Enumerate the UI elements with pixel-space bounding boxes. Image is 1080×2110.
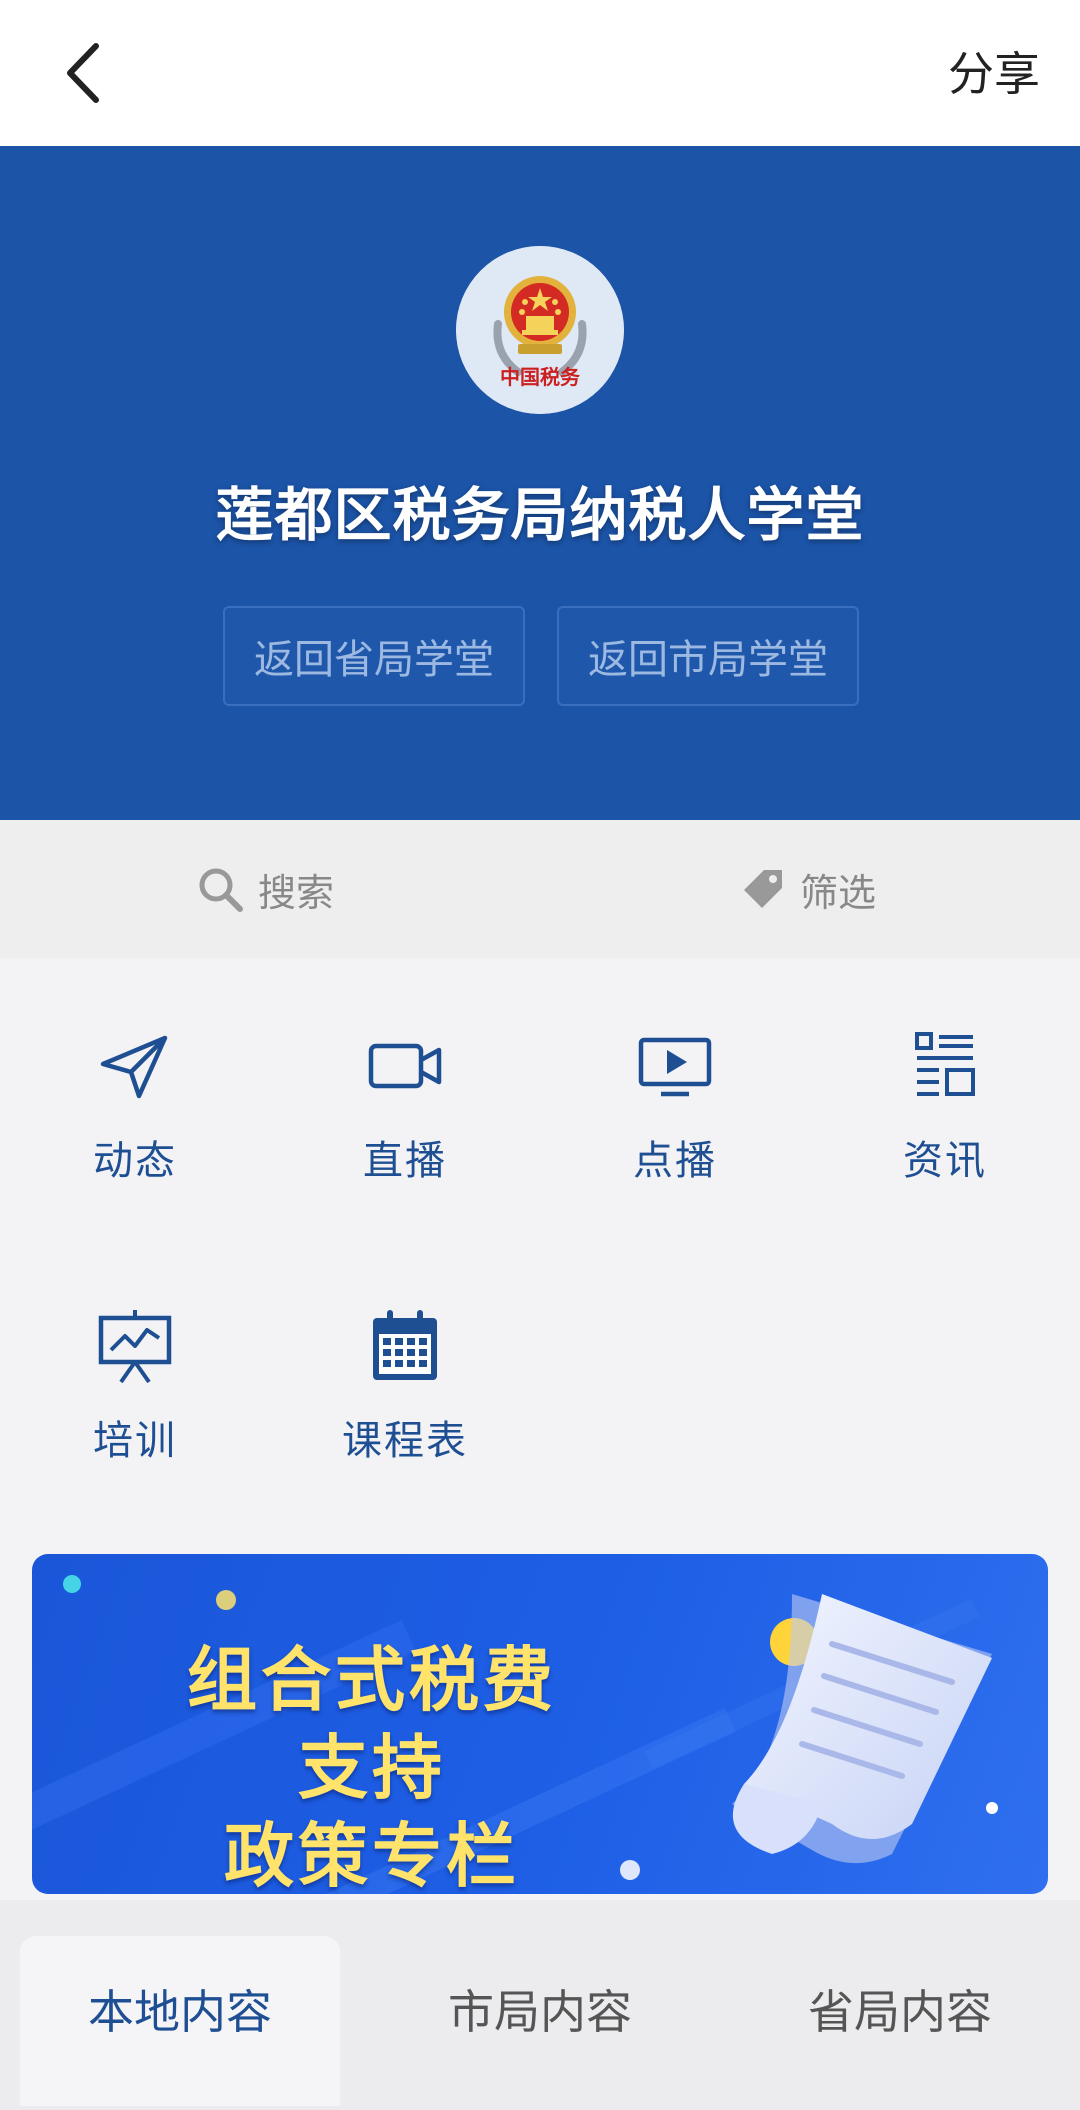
tag-icon [744,870,782,908]
filter-label: 筛选 [800,870,877,915]
grid-item-label: 课程表 [342,1418,468,1464]
content-tabs: 本地内容 市局内容 省局内容 [0,1900,1080,2110]
policy-banner[interactable]: 组合式税费支持 政策专栏 [32,1554,1048,1894]
grid-item-schedule[interactable]: 课程表 [270,1238,540,1464]
top-nav-bar: 分享 [0,0,1080,146]
tax-emblem-logo: 中国税务 [456,246,624,414]
grid-item-label: 动态 [93,1138,177,1184]
search-filter-bar: 搜索 筛选 [0,820,1080,958]
chevron-left-icon[interactable] [52,38,122,108]
grid-item-on-demand[interactable]: 点播 [540,958,810,1184]
grid-item-label: 直播 [363,1138,447,1184]
grid-item-news-feed[interactable]: 动态 [0,958,270,1184]
back-to-province-button[interactable]: 返回省局学堂 [223,606,525,706]
grid-item-label: 资讯 [903,1138,987,1184]
search-icon [199,868,243,912]
emblem-text: 中国税务 [500,365,581,389]
presentation-board-icon [98,1310,172,1384]
hero-header: 中国税务 莲都区税务局纳税人学堂 返回省局学堂 返回市局学堂 [0,146,1080,820]
news-list-icon [915,1032,975,1096]
share-button[interactable]: 分享 [948,44,1040,104]
grid-item-info[interactable]: 资讯 [810,958,1080,1184]
paper-plane-icon [100,1035,168,1099]
play-screen-icon [638,1037,712,1097]
search-button[interactable]: 搜索 [196,820,334,958]
page-title: 莲都区税务局纳税人学堂 [215,481,865,549]
search-label: 搜索 [258,870,335,915]
tab-city-content[interactable]: 市局内容 [380,1936,700,2106]
feature-grid: 动态 直播 点播 资讯 培训 课程表 [0,958,1080,1520]
banner-line-1: 组合式税费支持 [187,1639,557,1809]
grid-item-label: 培训 [93,1418,177,1464]
video-camera-icon [368,1043,442,1089]
filter-button[interactable]: 筛选 [740,820,876,958]
back-to-city-button[interactable]: 返回市局学堂 [557,606,859,706]
calendar-icon [373,1310,437,1380]
tab-province-content[interactable]: 省局内容 [740,1936,1060,2106]
banner-line-2: 政策专栏 [224,1815,520,1894]
grid-item-label: 点播 [633,1138,717,1184]
grid-item-training[interactable]: 培训 [0,1238,270,1464]
banner-title: 组合式税费支持 政策专栏 [152,1636,592,1894]
tab-local-content[interactable]: 本地内容 [20,1936,340,2106]
grid-item-live[interactable]: 直播 [270,958,540,1184]
